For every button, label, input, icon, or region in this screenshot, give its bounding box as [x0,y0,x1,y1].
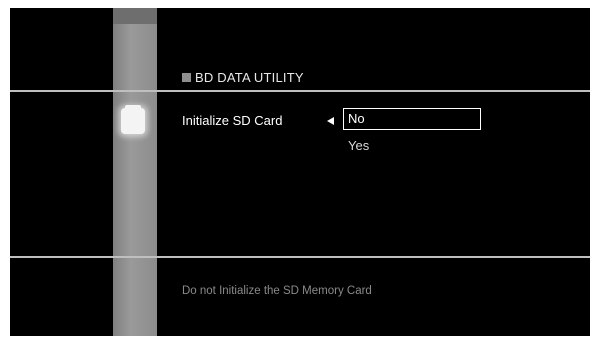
help-text: Do not Initialize the SD Memory Card [182,285,372,297]
sidebar-top-cap [113,8,157,24]
top-divider [10,90,590,92]
setting-label: Initialize SD Card [182,113,283,128]
arrow-left-icon [327,117,334,125]
option-no[interactable]: No [343,108,481,130]
title-bullet-icon [182,73,191,82]
page-title: BD DATA UTILITY [182,70,304,85]
sd-card-icon[interactable] [121,105,145,134]
page-title-text: BD DATA UTILITY [195,70,304,85]
settings-screen: BD DATA UTILITY Initialize SD Card No Ye… [10,8,590,336]
category-sidebar [113,8,157,336]
option-yes[interactable]: Yes [348,138,369,153]
bottom-divider [10,256,590,258]
